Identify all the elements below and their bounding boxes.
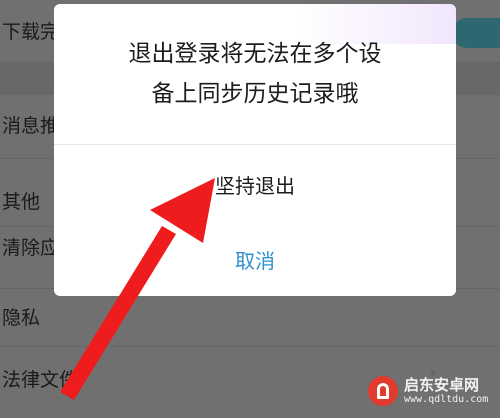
dialog-message-line: 退出登录将无法在多个设 — [128, 41, 382, 67]
settings-row-label: 其他 — [2, 191, 41, 213]
confirm-logout-button[interactable]: 坚持退出 — [54, 151, 456, 221]
watermark-logo-icon — [368, 376, 398, 406]
download-toggle[interactable] — [452, 18, 500, 48]
logout-confirm-dialog: 退出登录将无法在多个设 备上同步历史记录哦 坚持退出 取消 — [54, 4, 456, 296]
settings-row-label: 隐私 — [2, 307, 41, 329]
watermark-url: www.qdltdu.com — [404, 394, 489, 405]
settings-row-label: 消息推 — [2, 115, 60, 137]
cancel-button[interactable]: 取消 — [54, 226, 456, 296]
dialog-message: 退出登录将无法在多个设 备上同步历史记录哦 — [54, 34, 456, 114]
settings-row-privacy: 隐私 — [0, 292, 500, 344]
dialog-message-line: 备上同步历史记录哦 — [151, 81, 359, 107]
divider — [0, 346, 500, 347]
settings-row-label: 下载完 — [2, 21, 60, 43]
watermark-title: 启东安卓网 — [404, 376, 480, 394]
dialog-divider — [54, 144, 456, 145]
site-watermark: 启东安卓网 www.qdltdu.com — [368, 370, 488, 414]
settings-row-label: 法律文件 — [2, 369, 79, 391]
settings-row-label: 清除应 — [2, 237, 60, 259]
